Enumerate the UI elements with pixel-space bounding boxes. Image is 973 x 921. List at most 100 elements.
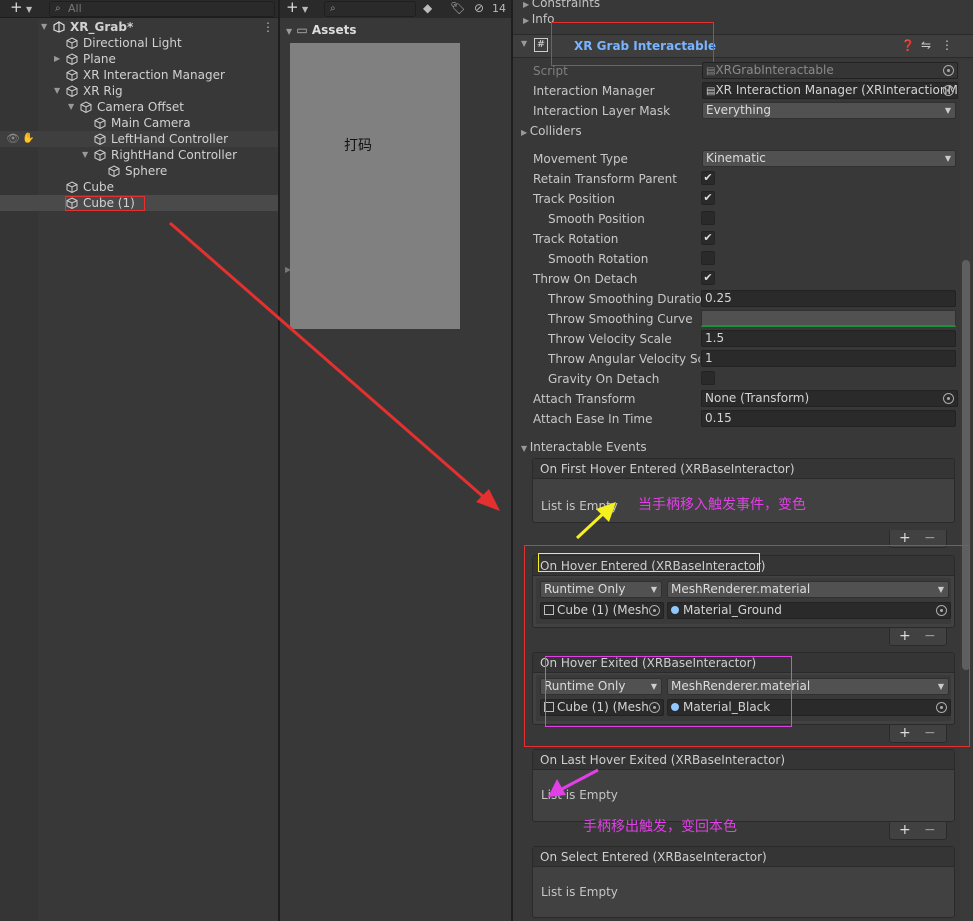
list-add-remove: + − <box>889 822 947 840</box>
help-icon[interactable]: ❓ <box>901 39 915 52</box>
throw-curve-field[interactable] <box>701 310 956 327</box>
field-label: Interaction Manager <box>533 84 655 98</box>
movement-type-dropdown[interactable]: Kinematic ▼ <box>702 150 956 167</box>
attach-transform-field[interactable]: None (Transform) <box>701 390 958 407</box>
events-foldout[interactable]: ▼ Interactable Events <box>521 438 647 458</box>
object-picker-icon[interactable] <box>943 85 954 96</box>
gameobject-cube-icon <box>94 117 106 129</box>
field-label: Throw Smoothing Curve <box>548 312 693 326</box>
chevron-down-icon: ▼ <box>944 106 951 115</box>
add-button[interactable]: + <box>899 822 911 839</box>
hierarchy-item[interactable]: Sphere <box>0 163 279 179</box>
foldout-icon[interactable]: ▼ <box>41 19 47 35</box>
gameobject-cube-icon <box>66 181 78 193</box>
chevron-down-icon[interactable]: ▼ <box>302 5 308 14</box>
object-picker-icon[interactable] <box>943 65 954 76</box>
remove-button[interactable]: − <box>924 822 936 839</box>
field-label: Interaction Layer Mask <box>533 104 671 118</box>
gameobject-cube-icon <box>94 133 106 145</box>
scene-row[interactable]: ▼ XR_Grab* ⋮ <box>0 19 279 35</box>
foldout-icon[interactable]: ▼ <box>68 99 74 115</box>
add-icon[interactable]: + <box>10 0 23 16</box>
smooth-position-checkbox[interactable] <box>701 211 715 225</box>
smooth-rotation-checkbox[interactable] <box>701 251 715 265</box>
field-label: Smooth Position <box>548 212 645 226</box>
more-options-icon[interactable]: ⋮ <box>262 19 274 35</box>
script-field: ▤XRGrabInteractable <box>702 62 958 79</box>
visibility-eye-icon[interactable]: 👁 <box>6 131 20 147</box>
event-header: On First Hover Entered (XRBaseInteractor… <box>533 459 954 479</box>
project-toolbar: + ▼ ⌕ ◆ 🏷 ⊘ 14 <box>280 0 512 18</box>
assets-folder-row[interactable]: ▼ ▭ Assets <box>286 23 356 37</box>
retain-parent-checkbox[interactable]: ✔ <box>701 171 715 185</box>
project-search-input[interactable]: ⌕ <box>324 1 416 17</box>
hover-enter-note: 当手柄移入触发事件，变色 <box>638 497 806 513</box>
presets-icon[interactable]: ⇋ <box>921 38 931 52</box>
hidden-eye-icon[interactable]: ⊘ <box>474 1 484 15</box>
add-icon[interactable]: + <box>286 0 299 16</box>
gameobject-cube-icon <box>66 37 78 49</box>
field-label: Throw Velocity Scale <box>548 332 672 346</box>
foldout-right-icon[interactable]: ▶ <box>285 265 291 274</box>
foldout-icon[interactable]: ▼ <box>82 147 88 163</box>
label-tag-icon[interactable]: 🏷 <box>450 1 465 15</box>
gameobject-cube-icon <box>108 165 120 177</box>
throw-on-detach-checkbox[interactable]: ✔ <box>701 271 715 285</box>
event-header: On Select Entered (XRBaseInteractor) <box>533 847 954 867</box>
field-label: Attach Transform <box>533 392 636 406</box>
hierarchy-item[interactable]: XR Interaction Manager <box>0 67 279 83</box>
throw-duration-input[interactable]: 0.25 <box>701 290 956 307</box>
chevron-down-icon[interactable]: ▼ <box>26 5 32 14</box>
foldout-icon[interactable]: ▼ <box>286 27 292 36</box>
throw-angular-input[interactable]: 1 <box>701 350 956 367</box>
track-rotation-checkbox[interactable]: ✔ <box>701 231 715 245</box>
pick-hand-icon[interactable]: ✋ <box>22 131 34 147</box>
hierarchy-toolbar: + ▼ ⌕ All <box>0 0 279 18</box>
filter-type-icon[interactable]: ◆ <box>423 1 432 15</box>
gameobject-cube-icon <box>66 69 78 81</box>
hierarchy-item[interactable]: Directional Light <box>0 35 279 51</box>
field-label: Throw Angular Velocity Sca <box>548 352 700 366</box>
hierarchy-item[interactable]: 👁 ✋ LeftHand Controller <box>0 131 279 147</box>
colliders-foldout[interactable]: ▶ Colliders <box>521 122 582 142</box>
track-position-checkbox[interactable]: ✔ <box>701 191 715 205</box>
field-label: Script <box>533 64 568 78</box>
field-label: Attach Ease In Time <box>533 412 653 426</box>
field-label: Movement Type <box>533 152 628 166</box>
field-label: Throw Smoothing Duration <box>548 292 710 306</box>
highlight-box <box>65 196 145 211</box>
hierarchy-item[interactable]: Main Camera <box>0 115 279 131</box>
field-label: Gravity On Detach <box>548 372 660 386</box>
hover-exit-note: 手柄移出触发，变回本色 <box>583 819 737 835</box>
highlight-box-magenta <box>545 656 792 727</box>
throw-velocity-input[interactable]: 1.5 <box>701 330 956 347</box>
folder-icon: ▭ <box>296 23 308 37</box>
layer-mask-dropdown[interactable]: Everything ▼ <box>702 102 956 119</box>
hierarchy-item[interactable]: ▼ Camera Offset <box>0 99 279 115</box>
object-picker-icon[interactable] <box>943 393 954 404</box>
attach-ease-input[interactable]: 0.15 <box>701 410 956 427</box>
unity-scene-icon <box>53 21 65 33</box>
interaction-manager-field[interactable]: ▤XR Interaction Manager (XRInteractionM <box>702 82 958 99</box>
hierarchy-search-input[interactable]: ⌕ All <box>49 1 275 17</box>
hierarchy-panel: + ▼ ⌕ All ▼ XR_Grab* ⋮ Directional Light… <box>0 0 279 921</box>
foldout-icon[interactable]: ▼ <box>521 39 527 48</box>
hierarchy-item[interactable]: ▼ XR Rig <box>0 83 279 99</box>
hierarchy-item[interactable]: ▼ RightHand Controller <box>0 147 279 163</box>
constraints-foldout[interactable]: ▶ Constraints <box>523 0 600 10</box>
hierarchy-item[interactable]: Cube <box>0 179 279 195</box>
gameobject-cube-icon <box>66 53 78 65</box>
info-foldout[interactable]: ▶ Info <box>523 12 554 26</box>
gameobject-cube-icon <box>66 85 78 97</box>
more-options-icon[interactable]: ⋮ <box>941 38 953 52</box>
field-label: Throw On Detach <box>533 272 638 286</box>
foldout-right-icon[interactable]: ▶ <box>54 51 60 67</box>
foldout-icon[interactable]: ▼ <box>54 83 60 99</box>
search-icon: ⌕ <box>330 3 336 14</box>
event-box: On Last Hover Exited (XRBaseInteractor) … <box>532 749 955 822</box>
hierarchy-item[interactable]: ▶ Plane <box>0 51 279 67</box>
field-label: Track Rotation <box>533 232 619 246</box>
gravity-on-detach-checkbox[interactable] <box>701 371 715 385</box>
event-box: On Select Entered (XRBaseInteractor) Lis… <box>532 846 955 918</box>
field-label: Retain Transform Parent <box>533 172 677 186</box>
